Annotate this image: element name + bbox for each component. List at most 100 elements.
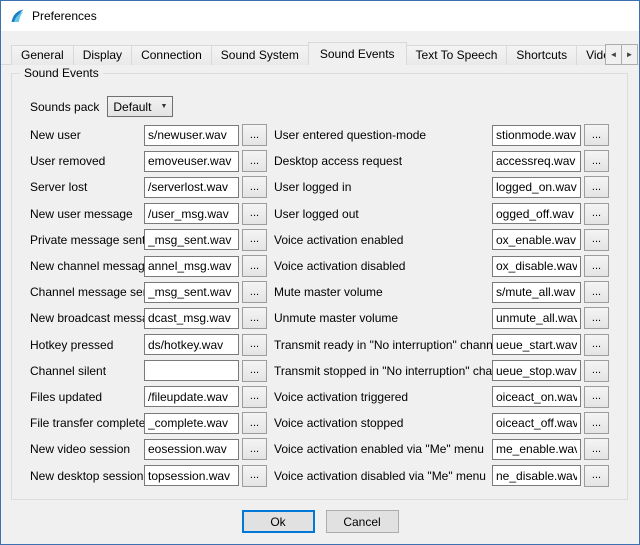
sound-file-input[interactable] (144, 229, 239, 250)
browse-button[interactable]: ... (242, 229, 267, 251)
tab-scroll-right-button[interactable]: ► (621, 44, 638, 65)
browse-button[interactable]: ... (242, 360, 267, 382)
title-bar: Preferences (1, 1, 639, 31)
sound-event-label: Server lost (30, 180, 144, 194)
browse-button[interactable]: ... (584, 334, 609, 356)
sound-file-input[interactable] (492, 386, 581, 407)
app-icon (9, 8, 25, 24)
sound-file-input[interactable] (492, 465, 581, 486)
sound-file-input[interactable] (144, 282, 239, 303)
sound-event-row: Unmute master volume... (274, 305, 609, 331)
sound-event-row: Voice activation stopped... (274, 410, 609, 436)
ok-button[interactable]: Ok (242, 510, 315, 533)
sound-file-input[interactable] (144, 256, 239, 277)
browse-button[interactable]: ... (584, 465, 609, 487)
browse-button[interactable]: ... (242, 307, 267, 329)
tab-bar: GeneralDisplayConnectionSound SystemSoun… (1, 41, 639, 65)
arrow-right-icon: ► (626, 50, 634, 59)
browse-button[interactable]: ... (242, 281, 267, 303)
sound-event-row: Voice activation enabled... (274, 227, 609, 253)
sound-event-row: User logged in... (274, 174, 609, 200)
sound-event-label: New user (30, 128, 144, 142)
sound-event-row: New channel message... (30, 253, 267, 279)
sound-event-row: Channel message sent... (30, 279, 267, 305)
browse-button[interactable]: ... (584, 176, 609, 198)
sound-event-row: New broadcast message... (30, 305, 267, 331)
sound-file-input[interactable] (492, 334, 581, 355)
sound-file-input[interactable] (144, 203, 239, 224)
browse-button[interactable]: ... (584, 229, 609, 251)
tab-sound-system[interactable]: Sound System (211, 45, 309, 65)
sound-event-row: File transfer complete... (30, 410, 267, 436)
sound-file-input[interactable] (144, 125, 239, 146)
browse-button[interactable]: ... (242, 176, 267, 198)
sound-file-input[interactable] (144, 439, 239, 460)
sound-event-row: Mute master volume... (274, 279, 609, 305)
sound-file-input[interactable] (492, 256, 581, 277)
sound-event-row: Transmit stopped in "No interruption" ch… (274, 358, 609, 384)
sound-file-input[interactable] (144, 308, 239, 329)
sound-file-input[interactable] (492, 308, 581, 329)
sound-file-input[interactable] (144, 465, 239, 486)
browse-button[interactable]: ... (584, 203, 609, 225)
browse-button[interactable]: ... (584, 307, 609, 329)
sound-file-input[interactable] (492, 203, 581, 224)
chevron-down-icon: ▼ (160, 103, 167, 110)
sound-event-label: Voice activation triggered (274, 390, 492, 404)
browse-button[interactable]: ... (584, 255, 609, 277)
sound-file-input[interactable] (144, 360, 239, 381)
browse-button[interactable]: ... (584, 360, 609, 382)
sound-event-label: Voice activation disabled via "Me" menu (274, 469, 492, 483)
sound-event-row: Channel silent... (30, 358, 267, 384)
browse-button[interactable]: ... (242, 438, 267, 460)
sound-event-label: Voice activation enabled (274, 233, 492, 247)
tab-scroll-left-button[interactable]: ◄ (605, 44, 622, 65)
sound-event-row: Files updated... (30, 384, 267, 410)
browse-button[interactable]: ... (242, 386, 267, 408)
browse-button[interactable]: ... (242, 255, 267, 277)
sound-file-input[interactable] (492, 177, 581, 198)
sound-file-input[interactable] (492, 229, 581, 250)
sound-event-label: Voice activation enabled via "Me" menu (274, 442, 492, 456)
sound-event-label: Channel silent (30, 364, 144, 378)
tab-display[interactable]: Display (73, 45, 132, 65)
tab-text-to-speech[interactable]: Text To Speech (406, 45, 508, 65)
sound-file-input[interactable] (492, 125, 581, 146)
sound-event-label: File transfer complete (30, 416, 144, 430)
sound-file-input[interactable] (144, 413, 239, 434)
cancel-button[interactable]: Cancel (326, 510, 399, 533)
sound-event-row: User removed... (30, 148, 267, 174)
tab-general[interactable]: General (11, 45, 74, 65)
browse-button[interactable]: ... (242, 150, 267, 172)
sound-event-label: User logged in (274, 180, 492, 194)
browse-button[interactable]: ... (584, 438, 609, 460)
tab-sound-events[interactable]: Sound Events (308, 42, 407, 65)
sound-file-input[interactable] (144, 177, 239, 198)
sound-event-row: New user... (30, 122, 267, 148)
browse-button[interactable]: ... (584, 386, 609, 408)
sound-file-input[interactable] (492, 360, 581, 381)
sound-file-input[interactable] (492, 151, 581, 172)
sound-file-input[interactable] (492, 282, 581, 303)
browse-button[interactable]: ... (584, 281, 609, 303)
sounds-pack-row: Sounds pack Default ▼ (30, 96, 173, 117)
sounds-pack-select[interactable]: Default ▼ (107, 96, 173, 117)
tab-shortcuts[interactable]: Shortcuts (506, 45, 577, 65)
browse-button[interactable]: ... (242, 412, 267, 434)
sound-event-label: Mute master volume (274, 285, 492, 299)
browse-button[interactable]: ... (242, 334, 267, 356)
browse-button[interactable]: ... (584, 412, 609, 434)
sound-file-input[interactable] (144, 151, 239, 172)
sound-file-input[interactable] (144, 334, 239, 355)
browse-button[interactable]: ... (242, 124, 267, 146)
browse-button[interactable]: ... (242, 465, 267, 487)
browse-button[interactable]: ... (584, 150, 609, 172)
sound-file-input[interactable] (144, 386, 239, 407)
browse-button[interactable]: ... (242, 203, 267, 225)
browse-button[interactable]: ... (584, 124, 609, 146)
sound-file-input[interactable] (492, 413, 581, 434)
sound-file-input[interactable] (492, 439, 581, 460)
tab-connection[interactable]: Connection (131, 45, 212, 65)
sound-event-label: Files updated (30, 390, 144, 404)
sound-event-row: Voice activation disabled via "Me" menu.… (274, 462, 609, 488)
